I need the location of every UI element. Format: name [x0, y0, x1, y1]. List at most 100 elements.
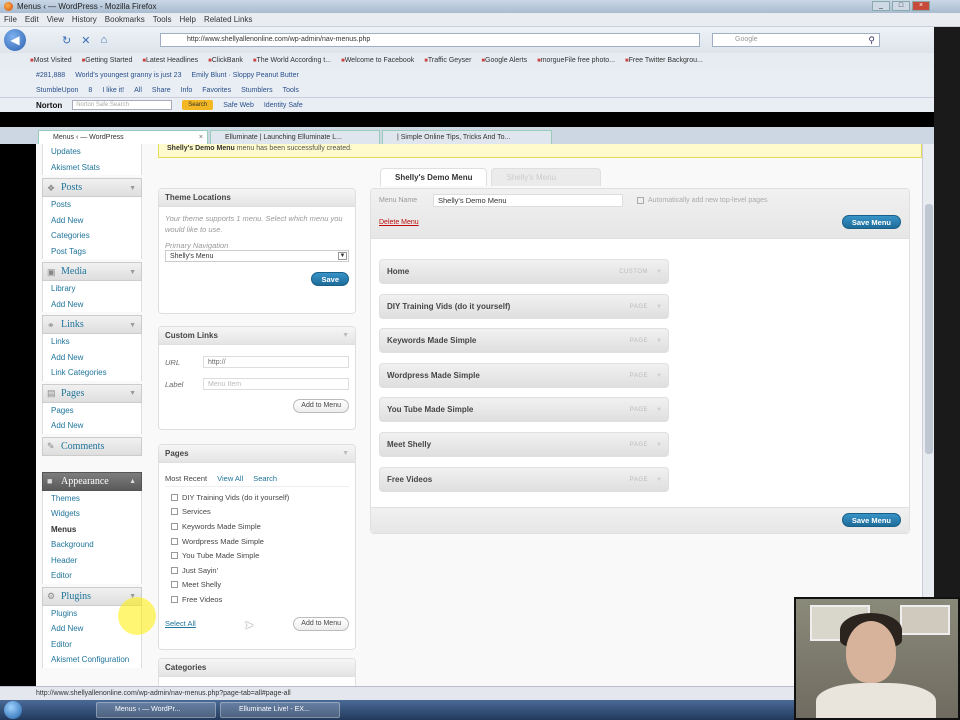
taskbar-item-firefox[interactable]: Menus ‹ — WordPr...	[96, 702, 216, 718]
chevron-down-icon[interactable]: ▼	[656, 468, 662, 492]
save-menu-button-bottom[interactable]: Save Menu	[841, 513, 901, 527]
scrollbar-thumb[interactable]	[925, 204, 933, 454]
add-pages-button[interactable]: Add to Menu	[293, 616, 349, 631]
toolbar1-counter[interactable]: #281,888	[36, 72, 65, 79]
bookmark-item[interactable]: Latest Headlines	[142, 57, 198, 64]
bookmark-item[interactable]: Google Alerts	[481, 57, 527, 64]
chevron-down-icon[interactable]: ▼	[656, 433, 662, 457]
tab-shellys-demo-menu[interactable]: Shelly's Demo Menu	[380, 168, 488, 186]
save-theme-locations-button[interactable]: Save	[311, 272, 349, 286]
checkbox[interactable]	[171, 552, 178, 560]
menu-item[interactable]: DIY Training Vids (do it yourself) PAGE …	[379, 293, 669, 319]
chevron-down-icon[interactable]: ▼	[656, 260, 662, 284]
stumble-button[interactable]: StumbleUpon	[36, 87, 78, 94]
bookmark-item[interactable]: Traffic Geyser	[424, 57, 472, 64]
minimize-button[interactable]: _	[872, 1, 890, 11]
tab-elluminate[interactable]: Elluminate | Launching Elluminate L...	[210, 130, 380, 144]
close-window-button[interactable]: ×	[912, 1, 930, 11]
checkbox[interactable]	[171, 537, 178, 545]
chevron-down-icon[interactable]: ▼	[129, 184, 136, 192]
chevron-down-icon[interactable]: ▼	[656, 398, 662, 422]
menu-bookmarks[interactable]: Bookmarks	[105, 15, 145, 24]
tab-most-recent[interactable]: Most Recent	[165, 474, 207, 483]
chevron-down-icon[interactable]: ▼	[129, 268, 136, 276]
tab-search[interactable]: Search	[253, 474, 277, 483]
menu-help[interactable]: Help	[179, 15, 195, 24]
bookmark-item[interactable]: Most Visited	[30, 57, 72, 64]
sidebar-item-add-new-page[interactable]: Add New	[42, 418, 142, 434]
sidebar-item-updates[interactable]: Updates	[42, 144, 142, 160]
sidebar-section-appearance[interactable]: ■ Appearance ▲	[42, 471, 142, 491]
chevron-down-icon[interactable]: ▼	[656, 295, 662, 319]
back-button[interactable]: ◀	[4, 29, 26, 51]
page-checkbox-item[interactable]: Services	[165, 505, 349, 520]
menu-related-links[interactable]: Related Links	[204, 15, 252, 24]
chevron-down-icon[interactable]: ▼	[129, 389, 136, 397]
sidebar-section-media[interactable]: ▣ Media ▼	[42, 262, 142, 281]
bookmark-item[interactable]: Welcome to Facebook	[341, 57, 415, 64]
checkbox[interactable]	[171, 508, 178, 516]
sidebar-section-comments[interactable]: ✎ Comments	[42, 436, 142, 456]
delete-menu-link[interactable]: Delete Menu	[379, 219, 419, 226]
sidebar-item-akismet-stats[interactable]: Akismet Stats	[42, 159, 142, 175]
page-checkbox-item[interactable]: Free Videos	[165, 592, 349, 607]
tab-shellys-menu[interactable]: Shelly's Menu	[491, 168, 602, 186]
bookmark-item[interactable]: Free Twitter Backgrou...	[625, 57, 703, 64]
chevron-down-icon[interactable]: ▼	[656, 364, 662, 388]
chevron-down-icon[interactable]: ▼	[342, 327, 349, 345]
sidebar-item-posts[interactable]: Posts	[42, 197, 142, 213]
sidebar-section-pages[interactable]: ▤ Pages ▼	[42, 383, 142, 403]
page-checkbox-item[interactable]: Keywords Made Simple	[165, 519, 349, 534]
save-menu-button[interactable]: Save Menu	[841, 215, 901, 229]
add-custom-link-button[interactable]: Add to Menu	[293, 399, 349, 413]
norton-search-input[interactable]: Norton Safe Search	[72, 100, 173, 110]
sidebar-item-links[interactable]: Links	[42, 334, 142, 350]
url-input[interactable]: http://	[203, 356, 349, 368]
taskbar-item-elluminate[interactable]: Elluminate Live! - EX...	[220, 702, 340, 718]
chevron-down-icon[interactable]: ▼	[129, 321, 136, 329]
stumblers-button[interactable]: Stumblers	[241, 87, 273, 94]
sidebar-item-post-tags[interactable]: Post Tags	[42, 243, 142, 259]
label-input[interactable]: Menu Item	[203, 378, 349, 390]
sidebar-item-akismet-configuration[interactable]: Akismet Configuration	[42, 652, 142, 668]
reload-icon[interactable]: ↻	[62, 34, 71, 47]
sidebar-section-links[interactable]: ⚭ Links ▼	[42, 315, 142, 334]
close-tab-icon[interactable]: ×	[199, 131, 203, 144]
info-button[interactable]: Info	[181, 87, 193, 94]
page-checkbox-item[interactable]: Wordpress Made Simple	[165, 534, 349, 549]
start-button[interactable]	[4, 701, 22, 719]
menu-item[interactable]: Keywords Made Simple PAGE ▼	[379, 328, 669, 354]
sidebar-item-add-new-media[interactable]: Add New	[42, 296, 142, 312]
chevron-up-icon[interactable]: ▲	[129, 477, 136, 485]
sidebar-item-header[interactable]: Header	[42, 552, 142, 568]
sidebar-item-library[interactable]: Library	[42, 281, 142, 297]
checkbox[interactable]	[637, 197, 644, 204]
menu-tools[interactable]: Tools	[153, 15, 172, 24]
checkbox[interactable]	[171, 581, 178, 589]
tools-button[interactable]: Tools	[283, 87, 299, 94]
auto-add-pages-option[interactable]: Automatically add new top-level pages	[637, 197, 767, 204]
menu-view[interactable]: View	[47, 15, 64, 24]
menu-item[interactable]: Free Videos PAGE ▼	[379, 466, 669, 492]
menu-history[interactable]: History	[72, 15, 97, 24]
toolbar1-links[interactable]: Emily Blunt · Sloppy Peanut Butter	[191, 72, 298, 79]
select-all-link[interactable]: Select All	[165, 619, 196, 628]
tab-view-all[interactable]: View All	[217, 474, 243, 483]
stop-icon[interactable]: ✕	[81, 34, 90, 47]
bookmark-item[interactable]: Getting Started	[82, 57, 132, 64]
menu-item[interactable]: Home CUSTOM ▼	[379, 259, 669, 284]
toolbar1-news[interactable]: World's youngest granny is just 23	[75, 72, 181, 79]
sidebar-item-add-new-link[interactable]: Add New	[42, 349, 142, 365]
norton-search-button[interactable]: Search	[182, 100, 214, 110]
search-icon[interactable]: ⚲	[868, 34, 875, 46]
safe-web-button[interactable]: Safe Web	[223, 102, 254, 109]
chevron-down-icon[interactable]: ▼	[656, 329, 662, 353]
menu-item[interactable]: Wordpress Made Simple PAGE ▼	[379, 362, 669, 388]
share-button[interactable]: Share	[152, 87, 171, 94]
checkbox[interactable]	[171, 493, 178, 501]
tab-simple-online[interactable]: | Simple Online Tips, Tricks And To...	[382, 130, 552, 144]
page-checkbox-item[interactable]: You Tube Made Simple	[165, 548, 349, 563]
menu-edit[interactable]: Edit	[25, 15, 39, 24]
all-dropdown[interactable]: All	[134, 87, 142, 94]
menu-file[interactable]: File	[4, 15, 17, 24]
